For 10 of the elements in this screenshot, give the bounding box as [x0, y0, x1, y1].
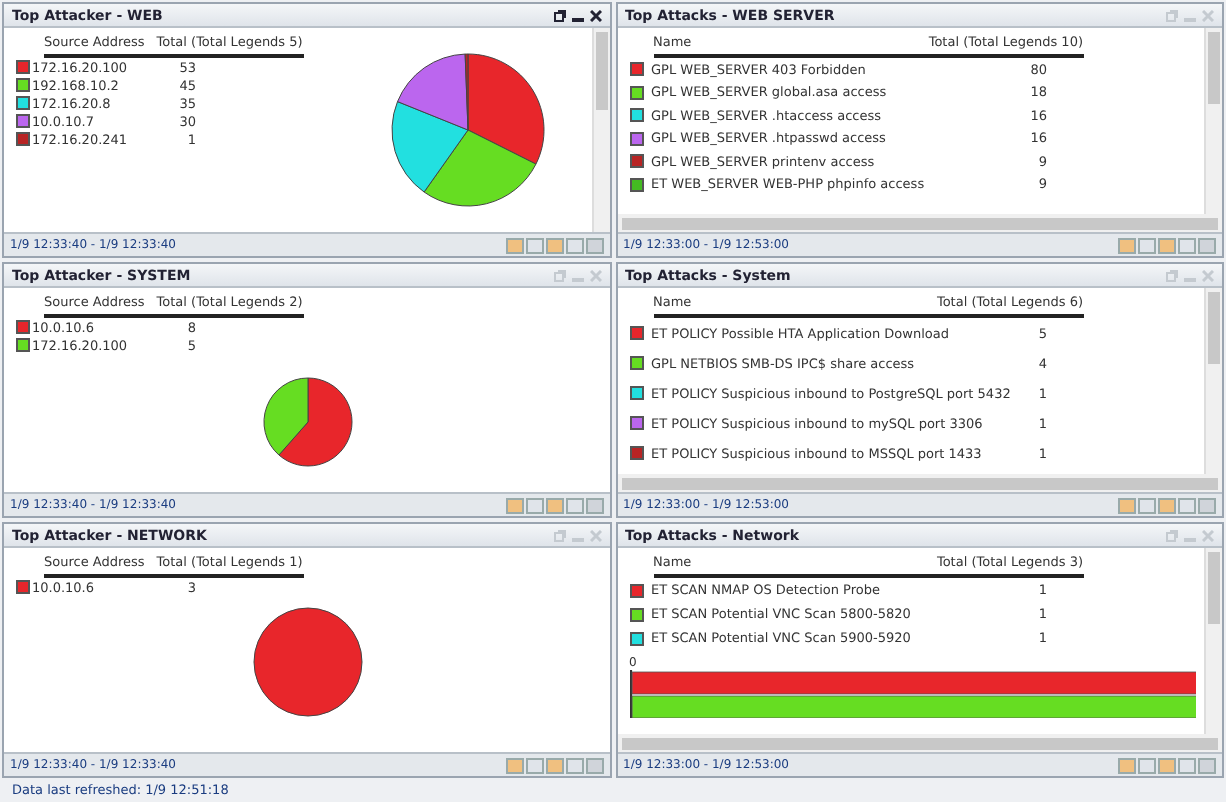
vertical-scrollbar[interactable] — [1204, 28, 1222, 214]
restore-icon[interactable] — [553, 9, 565, 21]
close-icon[interactable] — [589, 9, 601, 21]
horizontal-scrollbar[interactable] — [617, 474, 1222, 492]
horizontal-scrollbar[interactable] — [617, 214, 1222, 232]
vertical-scrollbar[interactable] — [591, 28, 609, 232]
pie-slice — [254, 607, 363, 717]
vertical-scrollbar[interactable] — [1204, 548, 1222, 734]
vertical-scrollbar[interactable] — [1204, 288, 1222, 474]
horizontal-scrollbar[interactable] — [617, 734, 1222, 752]
